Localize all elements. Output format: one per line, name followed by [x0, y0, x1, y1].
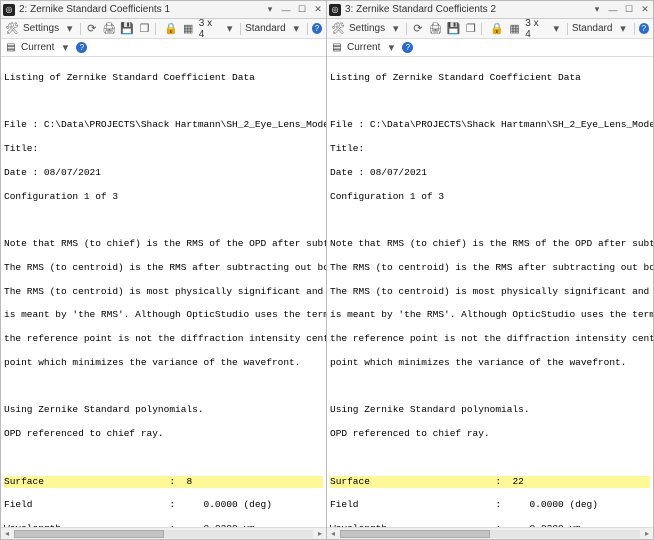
date-line: Date : 08/07/2021 — [330, 167, 650, 179]
scroll-track[interactable] — [340, 530, 640, 538]
refresh-icon[interactable]: ⟳ — [85, 22, 98, 36]
window-title: 3: Zernike Standard Coefficients 2 — [345, 4, 496, 15]
lock-icon[interactable]: 🔒 — [490, 22, 504, 36]
chevron-down-icon[interactable]: ▾ — [616, 22, 629, 36]
note-line: OPD referenced to chief ray. — [330, 428, 650, 440]
chevron-down-icon[interactable]: ▾ — [550, 22, 563, 36]
chevron-down-icon[interactable]: ▾ — [384, 41, 398, 55]
app-icon: ◎ — [329, 4, 341, 16]
chevron-down-icon[interactable]: ▾ — [58, 41, 72, 55]
doc-icon[interactable]: ▤ — [5, 42, 17, 54]
subbar: ▤ Current ▾ ? — [1, 39, 326, 57]
settings-icon[interactable]: 🛠 — [5, 22, 19, 36]
help-icon[interactable]: ? — [76, 42, 87, 53]
subbar: ▤ Current ▾ ? — [327, 39, 653, 57]
report-content-left: Listing of Zernike Standard Coefficient … — [1, 57, 326, 539]
toolbar: 🛠 Settings ▾ ⟳ 🖨 💾 ❐ 🔒 ▦ 3 x 4 ▾ Standar… — [1, 19, 326, 39]
dropdown-icon[interactable]: ▾ — [264, 4, 276, 16]
field-line: Field : 0.0000 (deg) — [4, 499, 323, 511]
note-line: Note that RMS (to chief) is the RMS of t… — [4, 238, 323, 250]
titlebar-right: ◎ 3: Zernike Standard Coefficients 2 ▾ —… — [327, 1, 653, 19]
scroll-right-icon[interactable]: ▸ — [641, 528, 653, 540]
pane-right: ◎ 3: Zernike Standard Coefficients 2 ▾ —… — [327, 0, 654, 540]
settings-icon[interactable]: 🛠 — [331, 22, 345, 36]
report-heading: Listing of Zernike Standard Coefficient … — [330, 72, 650, 84]
note-line: Note that RMS (to chief) is the RMS of t… — [330, 238, 650, 250]
note-line: the reference point is not the diffracti… — [330, 333, 650, 345]
note-line: is meant by 'the RMS'. Although OpticStu… — [330, 309, 650, 321]
copy-icon[interactable]: ❐ — [138, 22, 151, 36]
save-icon[interactable]: 💾 — [446, 22, 460, 36]
scroll-track[interactable] — [14, 530, 313, 538]
current-label[interactable]: Current — [347, 42, 380, 53]
titlebar-left: ◎ 2: Zernike Standard Coefficients 1 ▾ —… — [1, 1, 326, 19]
close-button[interactable]: ✕ — [639, 4, 651, 16]
note-line: The RMS (to centroid) is most physically… — [330, 286, 650, 298]
print-icon[interactable]: 🖨 — [428, 22, 442, 36]
note-line: The RMS (to centroid) is most physically… — [4, 286, 323, 298]
field-line: Field : 0.0000 (deg) — [330, 499, 650, 511]
toolbar: 🛠 Settings ▾ ⟳ 🖨 💾 ❐ 🔒 ▦ 3 x 4 ▾ Standar… — [327, 19, 653, 39]
chevron-down-icon[interactable]: ▾ — [223, 22, 236, 36]
grid-size-label[interactable]: 3 x 4 — [199, 18, 219, 40]
settings-label[interactable]: Settings — [349, 23, 385, 34]
note-line: The RMS (to centroid) is the RMS after s… — [4, 262, 323, 274]
file-line: File : C:\Data\PROJECTS\Shack Hartmann\S… — [330, 119, 650, 131]
close-button[interactable]: ✕ — [312, 4, 324, 16]
surface-row: Surface : 22 — [330, 476, 650, 488]
help-icon[interactable]: ? — [402, 42, 413, 53]
note-line: The RMS (to centroid) is the RMS after s… — [330, 262, 650, 274]
note-line: Using Zernike Standard polynomials. — [4, 404, 323, 416]
surface-row: Surface : 8 — [4, 476, 323, 488]
print-icon[interactable]: 🖨 — [102, 22, 116, 36]
maximize-button[interactable]: ☐ — [623, 4, 635, 16]
settings-label[interactable]: Settings — [23, 23, 59, 34]
note-line: point which minimizes the variance of th… — [4, 357, 323, 369]
grid-icon[interactable]: ▦ — [508, 22, 521, 36]
note-line: Using Zernike Standard polynomials. — [330, 404, 650, 416]
scroll-thumb[interactable] — [340, 530, 490, 538]
chevron-down-icon[interactable]: ▾ — [389, 22, 402, 36]
minimize-button[interactable]: — — [280, 4, 292, 16]
standard-label[interactable]: Standard — [572, 23, 613, 34]
copy-icon[interactable]: ❐ — [464, 22, 477, 36]
window-title: 2: Zernike Standard Coefficients 1 — [19, 4, 170, 15]
title-line: Title: — [4, 143, 323, 155]
scrollbar-horizontal[interactable]: ◂ ▸ — [1, 527, 326, 539]
standard-label[interactable]: Standard — [245, 23, 286, 34]
scroll-left-icon[interactable]: ◂ — [327, 528, 339, 540]
config-line: Configuration 1 of 3 — [330, 191, 650, 203]
chevron-down-icon[interactable]: ▾ — [63, 22, 76, 36]
report-content-right: Listing of Zernike Standard Coefficient … — [327, 57, 653, 539]
minimize-button[interactable]: — — [607, 4, 619, 16]
grid-size-label[interactable]: 3 x 4 — [525, 18, 545, 40]
lock-icon[interactable]: 🔒 — [164, 22, 178, 36]
note-line: OPD referenced to chief ray. — [4, 428, 323, 440]
app-icon: ◎ — [3, 4, 15, 16]
dropdown-icon[interactable]: ▾ — [591, 4, 603, 16]
save-icon[interactable]: 💾 — [120, 22, 134, 36]
scrollbar-horizontal[interactable]: ◂ ▸ — [327, 527, 653, 539]
grid-icon[interactable]: ▦ — [182, 22, 195, 36]
config-line: Configuration 1 of 3 — [4, 191, 323, 203]
maximize-button[interactable]: ☐ — [296, 4, 308, 16]
scroll-left-icon[interactable]: ◂ — [1, 528, 13, 540]
pane-left: ◎ 2: Zernike Standard Coefficients 1 ▾ —… — [0, 0, 327, 540]
scroll-right-icon[interactable]: ▸ — [314, 528, 326, 540]
note-line: the reference point is not the diffracti… — [4, 333, 323, 345]
file-line: File : C:\Data\PROJECTS\Shack Hartmann\S… — [4, 119, 323, 131]
current-label[interactable]: Current — [21, 42, 54, 53]
refresh-icon[interactable]: ⟳ — [411, 22, 424, 36]
chevron-down-icon[interactable]: ▾ — [290, 22, 303, 36]
date-line: Date : 08/07/2021 — [4, 167, 323, 179]
title-line: Title: — [330, 143, 650, 155]
scroll-thumb[interactable] — [14, 530, 164, 538]
doc-icon[interactable]: ▤ — [331, 42, 343, 54]
note-line: point which minimizes the variance of th… — [330, 357, 650, 369]
note-line: is meant by 'the RMS'. Although OpticStu… — [4, 309, 323, 321]
help-icon[interactable]: ? — [639, 23, 649, 34]
help-icon[interactable]: ? — [312, 23, 322, 34]
report-heading: Listing of Zernike Standard Coefficient … — [4, 72, 323, 84]
